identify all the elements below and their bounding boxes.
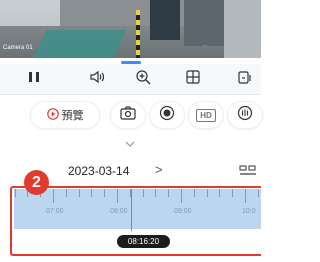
playback-toolbar bbox=[0, 64, 261, 94]
minor-tick bbox=[91, 189, 93, 197]
view-toggle-button[interactable] bbox=[239, 164, 257, 182]
pause-button[interactable] bbox=[26, 64, 42, 94]
date-selector[interactable]: 2023-03-14 bbox=[68, 164, 129, 178]
hour-tick bbox=[117, 189, 118, 203]
audio-button[interactable] bbox=[88, 64, 108, 94]
timeline-cursor[interactable] bbox=[131, 189, 132, 231]
minor-tick bbox=[257, 189, 259, 197]
minor-tick bbox=[168, 189, 170, 197]
preview-label: 預覽 bbox=[61, 110, 84, 122]
rotate-button[interactable] bbox=[236, 64, 254, 94]
speaker-icon bbox=[90, 70, 106, 89]
rotate-icon bbox=[238, 70, 252, 89]
minor-tick bbox=[142, 189, 144, 197]
hd-button[interactable]: HD bbox=[188, 101, 224, 129]
play-circle-icon bbox=[46, 107, 59, 123]
minor-tick bbox=[78, 189, 80, 197]
preview-button[interactable]: 預覽 bbox=[30, 101, 100, 129]
camera-name-label: Camera 01 bbox=[3, 45, 33, 51]
hour-tick bbox=[181, 189, 182, 203]
minor-tick bbox=[155, 189, 157, 197]
playback-timeline[interactable]: 07:00 08:00 09:00 10:0 bbox=[14, 189, 261, 229]
hd-icon: HD bbox=[196, 108, 216, 122]
hour-label: 10:0 bbox=[242, 208, 256, 215]
minor-tick bbox=[65, 189, 67, 197]
toolbar-divider bbox=[0, 94, 261, 95]
zoom-button[interactable] bbox=[133, 64, 153, 94]
minor-tick bbox=[14, 189, 16, 197]
hour-label: 09:00 bbox=[174, 208, 192, 215]
minor-tick bbox=[206, 189, 208, 197]
hour-tick bbox=[245, 189, 246, 203]
ptz-icon bbox=[237, 105, 253, 126]
ptz-button[interactable] bbox=[227, 101, 263, 129]
minor-tick bbox=[193, 189, 195, 197]
layout-grid-icon bbox=[186, 69, 200, 89]
next-day-button[interactable]: > bbox=[155, 162, 163, 177]
camera-overlay-text: ... bbox=[203, 42, 208, 48]
expand-chevron-button[interactable] bbox=[123, 136, 137, 147]
step-number-badge: 2 bbox=[24, 170, 49, 195]
grid-view-icon bbox=[239, 164, 257, 181]
camera-snapshot-icon bbox=[120, 105, 136, 125]
record-button[interactable] bbox=[149, 101, 185, 129]
pause-icon bbox=[28, 70, 40, 88]
camera-feed[interactable]: Camera 01 ... bbox=[0, 0, 261, 58]
current-time-badge: 08:16:20 bbox=[117, 235, 170, 248]
minor-tick bbox=[232, 189, 234, 197]
minor-tick bbox=[104, 189, 106, 197]
snapshot-button[interactable] bbox=[110, 101, 146, 129]
layout-button[interactable] bbox=[184, 64, 202, 94]
chevron-down-icon bbox=[123, 136, 137, 153]
record-icon bbox=[159, 105, 175, 126]
hour-label: 07:00 bbox=[46, 208, 64, 215]
hour-tick bbox=[53, 189, 54, 203]
hour-label: 08:00 bbox=[110, 208, 128, 215]
zoom-icon bbox=[135, 69, 151, 90]
minor-tick bbox=[219, 189, 221, 197]
